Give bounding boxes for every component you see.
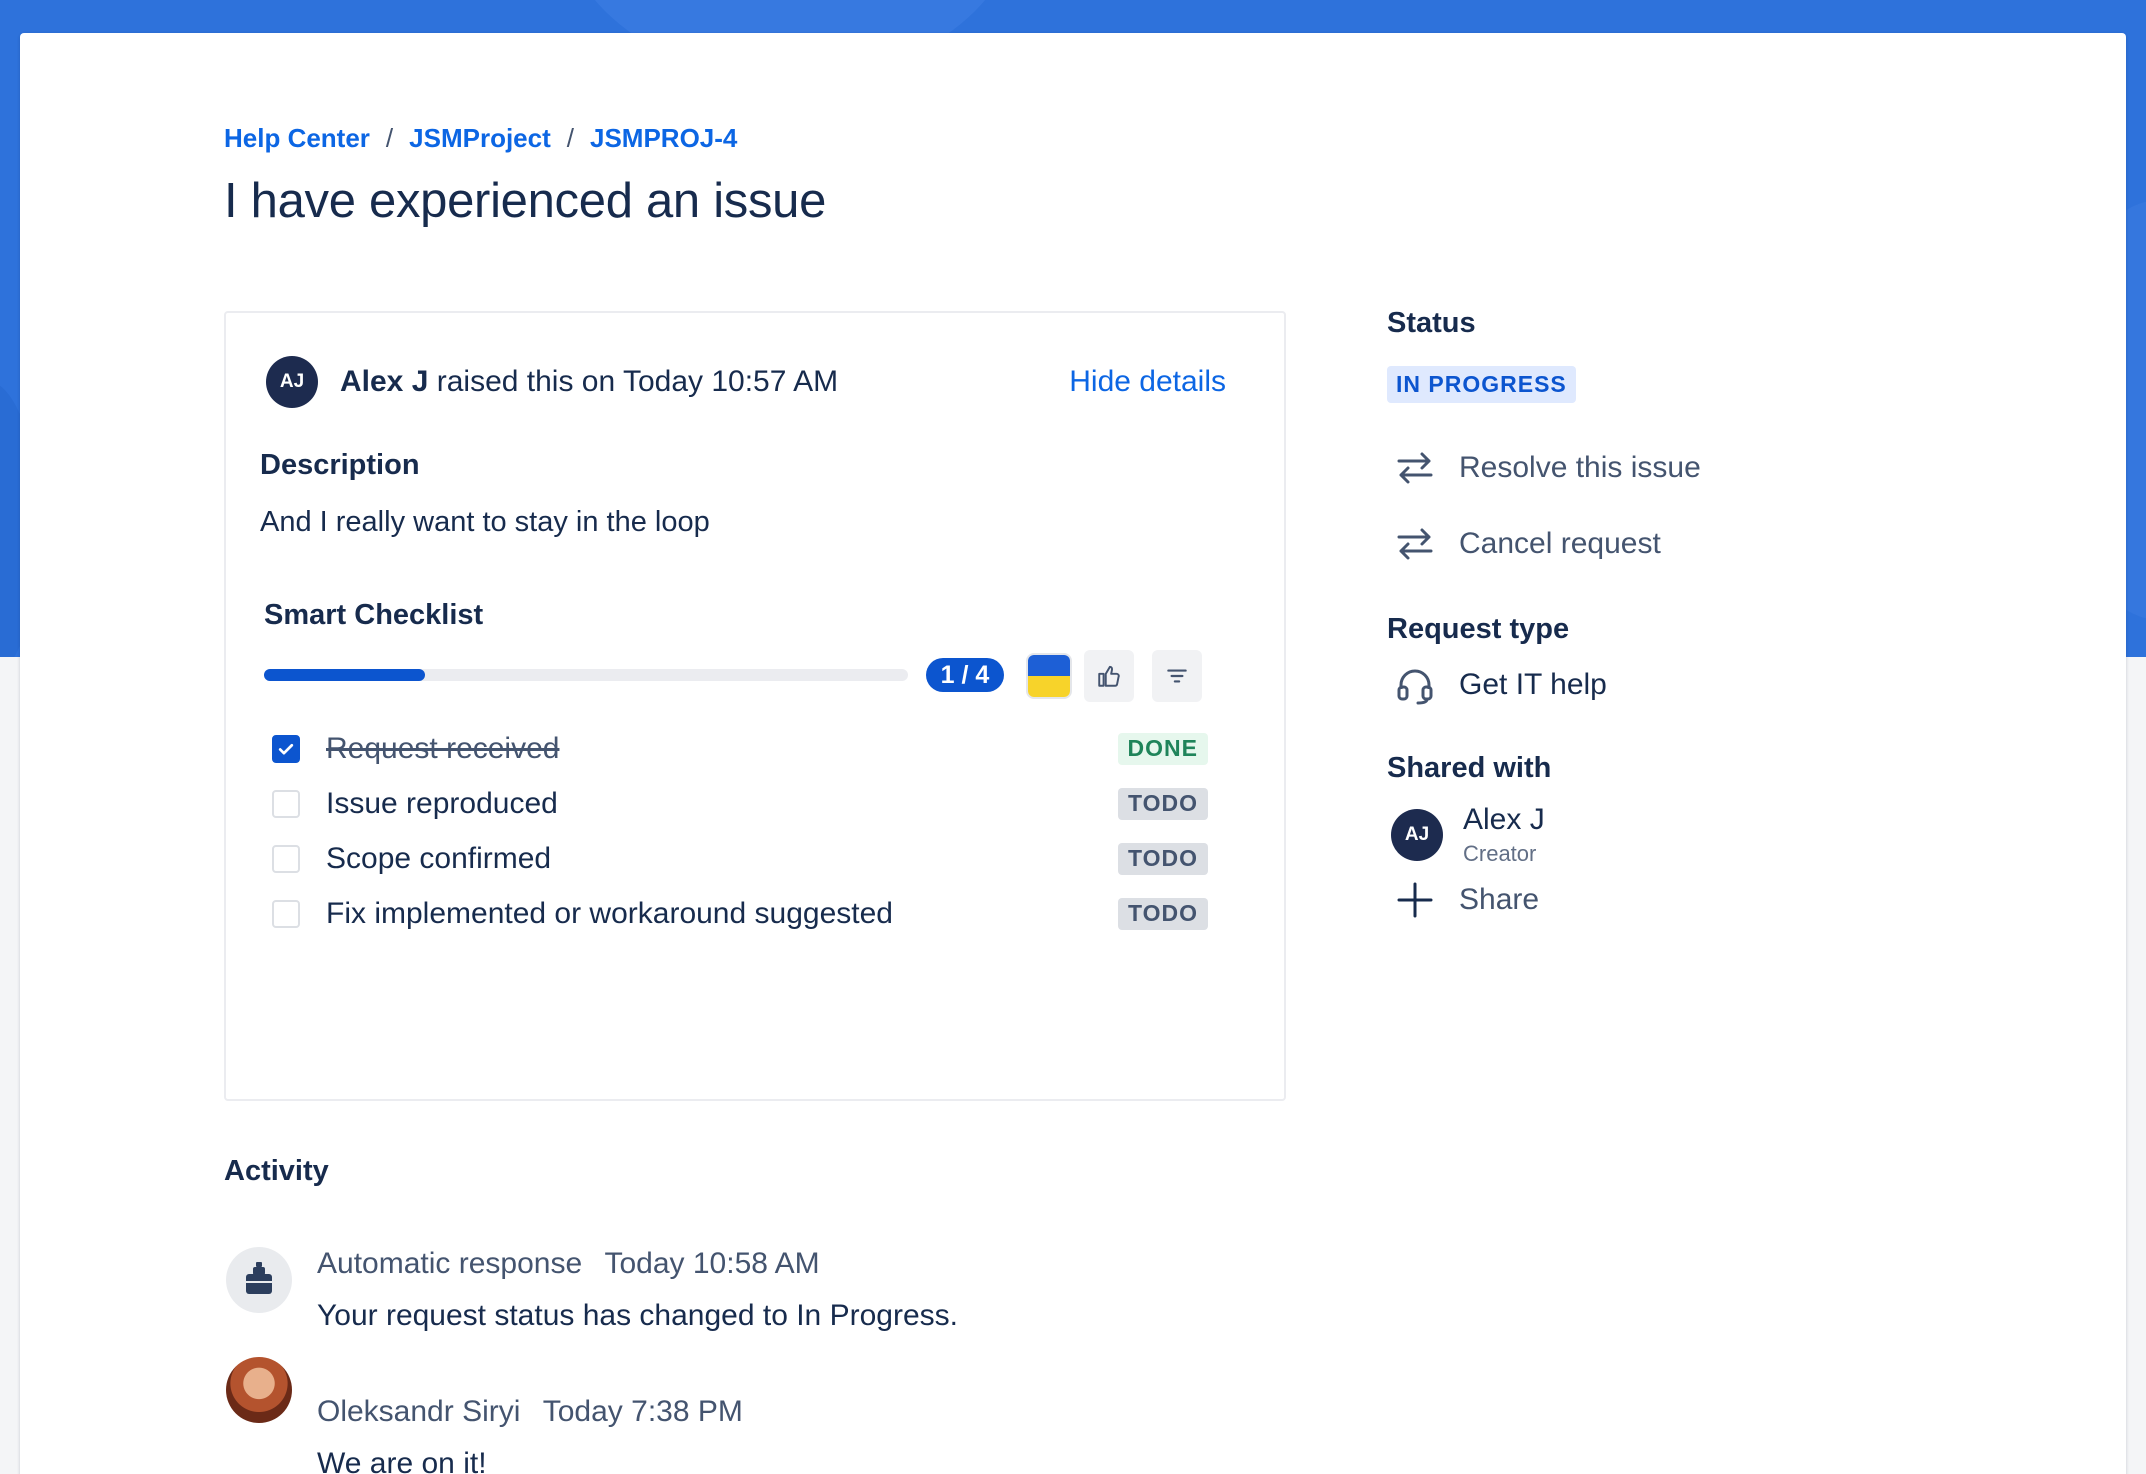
reporter-name: Alex J	[340, 365, 429, 398]
request-type-label: Get IT help	[1459, 668, 1607, 701]
automation-robot-icon	[226, 1247, 292, 1313]
resolve-issue-action[interactable]: Resolve this issue	[1387, 443, 1887, 493]
activity-meta: Automatic response Today 10:58 AM	[317, 1247, 820, 1281]
request-details-card: AJ Alex J raised this on Today 10:57 AM …	[224, 311, 1286, 1101]
breadcrumb-issue-key[interactable]: JSMPROJ-4	[590, 123, 737, 154]
share-button[interactable]: Share	[1387, 875, 1887, 925]
checklist-item[interactable]: Scope confirmed TODO	[272, 831, 1262, 886]
checklist-item-label: Issue reproduced	[326, 786, 558, 820]
activity-heading: Activity	[224, 1155, 329, 1187]
description-label: Description	[260, 449, 420, 481]
status-lozenge: IN PROGRESS	[1387, 366, 1576, 403]
checklist-item[interactable]: Fix implemented or workaround suggested …	[272, 886, 1262, 941]
share-label: Share	[1459, 883, 1540, 916]
plus-icon	[1395, 875, 1447, 925]
activity-author: Automatic response	[317, 1247, 583, 1280]
filter-button[interactable]	[1152, 650, 1202, 702]
checklist-progress-fill	[264, 669, 425, 681]
breadcrumb-help-center[interactable]: Help Center	[224, 123, 370, 154]
ukraine-flag-icon[interactable]	[1026, 653, 1072, 699]
checkbox[interactable]	[272, 844, 300, 873]
status-tag-todo: TODO	[1117, 787, 1208, 820]
transition-arrows-icon	[1395, 443, 1447, 493]
thumbs-up-button[interactable]	[1084, 650, 1134, 702]
checklist-item[interactable]: Request received DONE	[272, 721, 1262, 776]
shared-user: AJ Alex J Creator	[1387, 803, 1887, 867]
shared-user-avatar: AJ	[1391, 809, 1443, 861]
checkbox-checked[interactable]	[272, 734, 300, 763]
request-sidebar: Status IN PROGRESS Resolve this issue Ca…	[1387, 307, 1887, 925]
checkbox[interactable]	[272, 789, 300, 818]
checklist-count-badge: 1 / 4	[926, 658, 1004, 692]
cancel-request-label: Cancel request	[1459, 527, 1661, 560]
activity-message: We are on it!	[317, 1447, 487, 1474]
shared-with-heading: Shared with	[1387, 752, 1552, 784]
shared-user-role: Creator	[1463, 841, 1537, 866]
checklist-item-label: Scope confirmed	[326, 841, 552, 875]
filter-icon	[1167, 669, 1187, 683]
status-heading: Status	[1387, 307, 1476, 339]
cancel-request-action[interactable]: Cancel request	[1387, 519, 1887, 569]
thumbs-up-icon	[1098, 665, 1120, 687]
checklist-title: Smart Checklist	[264, 599, 484, 631]
status-tag-todo: TODO	[1117, 897, 1208, 930]
transition-arrows-icon	[1395, 519, 1447, 569]
user-photo-avatar	[226, 1357, 292, 1423]
checkbox[interactable]	[272, 899, 300, 928]
breadcrumb-separator: /	[566, 123, 574, 153]
hide-details-link[interactable]: Hide details	[1069, 365, 1226, 399]
raised-by-text: Alex J raised this on Today 10:57 AM	[340, 365, 838, 399]
headset-icon	[1395, 660, 1447, 710]
status-tag-todo: TODO	[1117, 842, 1208, 875]
activity-time: Today 10:58 AM	[604, 1247, 820, 1280]
page-title: I have experienced an issue	[224, 174, 827, 228]
request-type-heading: Request type	[1387, 613, 1570, 645]
breadcrumb: Help Center / JSMProject / JSMPROJ-4	[224, 123, 737, 154]
activity-author: Oleksandr Siryi	[317, 1395, 521, 1428]
raised-by-row: AJ Alex J raised this on Today 10:57 AM …	[266, 355, 1244, 409]
checklist-item-label: Fix implemented or workaround suggested	[326, 896, 893, 930]
activity-time: Today 7:38 PM	[542, 1395, 743, 1428]
checklist-item-label: Request received	[326, 731, 560, 765]
breadcrumb-project[interactable]: JSMProject	[409, 123, 551, 154]
request-sheet: Help Center / JSMProject / JSMPROJ-4 I h…	[20, 33, 2126, 1474]
resolve-issue-label: Resolve this issue	[1459, 451, 1701, 484]
checklist-items: Request received DONE Issue reproduced T…	[272, 721, 1262, 941]
raised-on-text: raised this on Today 10:57 AM	[436, 365, 839, 398]
check-icon	[278, 743, 294, 754]
activity-message: Your request status has changed to In Pr…	[317, 1299, 958, 1332]
description-text: And I really want to stay in the loop	[260, 506, 710, 538]
checklist-progress-bar	[264, 669, 908, 681]
shared-user-name: Alex J	[1463, 803, 1545, 836]
activity-meta: Oleksandr Siryi Today 7:38 PM	[317, 1395, 743, 1429]
breadcrumb-separator: /	[385, 123, 394, 153]
status-tag-done: DONE	[1117, 732, 1208, 765]
request-type-item: Get IT help	[1387, 660, 1887, 710]
checklist-item[interactable]: Issue reproduced TODO	[272, 776, 1262, 831]
reporter-avatar: AJ	[266, 356, 318, 408]
